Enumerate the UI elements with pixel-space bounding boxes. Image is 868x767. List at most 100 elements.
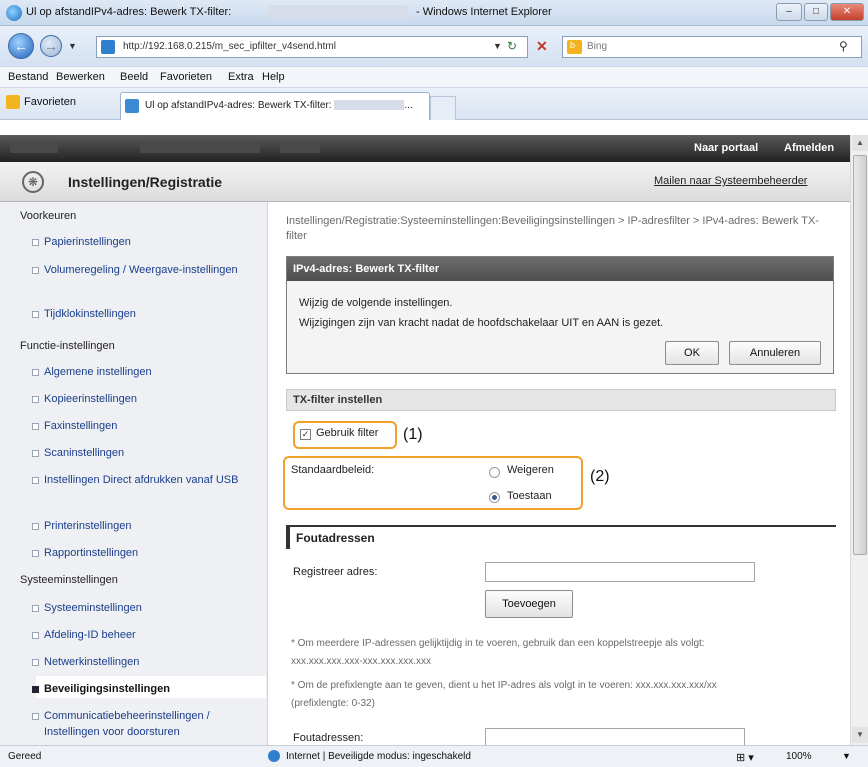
- sidebar-item-systeem[interactable]: Systeeminstellingen: [32, 600, 142, 616]
- sidebar-item-afdeling-id[interactable]: Afdeling-ID beheer: [32, 627, 136, 643]
- bullet-icon: [32, 550, 39, 557]
- sidebar-item-volumeregeling[interactable]: Volumeregeling / Weergave-instellingen: [32, 262, 244, 278]
- search-icon[interactable]: ⚲: [839, 39, 848, 53]
- sidebar-item-fax[interactable]: Faxinstellingen: [32, 418, 117, 434]
- page-title: Instellingen/Registratie: [68, 174, 223, 190]
- favorites-bar: Favorieten Ul op afstandIPv4-adres: Bewe…: [0, 88, 868, 120]
- use-filter-label: Gebruik filter: [316, 427, 379, 439]
- stop-icon[interactable]: ✕: [536, 38, 548, 55]
- allow-radio[interactable]: [489, 492, 500, 503]
- menu-bewerken[interactable]: Bewerken: [56, 71, 105, 83]
- zoom-dropdown-icon[interactable]: ▼: [842, 751, 851, 761]
- bing-icon: b: [567, 40, 582, 54]
- bullet-icon: [32, 396, 39, 403]
- internet-explorer-icon: [6, 5, 22, 21]
- main-content: Instellingen/Registratie:Systeeminstelli…: [269, 202, 850, 745]
- annotation-2: (2): [590, 468, 610, 485]
- scroll-thumb[interactable]: [853, 155, 867, 555]
- sidebar-item-communicatie[interactable]: Communicatiebeheerinstellingen / Instell…: [32, 708, 264, 740]
- address-input[interactable]: http://192.168.0.215/m_sec_ipfilter_v4se…: [96, 36, 528, 58]
- bullet-icon: [32, 369, 39, 376]
- note-prefix-2: (prefixlengte: 0-32): [291, 698, 375, 709]
- close-button[interactable]: ✕: [830, 3, 864, 21]
- bullet-icon: [32, 659, 39, 666]
- address-toolbar: ← → ▼ http://192.168.0.215/m_sec_ipfilte…: [0, 26, 868, 66]
- error-addresses-list[interactable]: [485, 728, 745, 745]
- sidebar-item-kopieer[interactable]: Kopieerinstellingen: [32, 391, 137, 407]
- forward-button[interactable]: →: [40, 35, 62, 57]
- internet-zone-icon: [268, 750, 280, 762]
- address-dropdown-icon[interactable]: ▼: [493, 41, 502, 51]
- sidebar: Voorkeuren Papierinstellingen Volumerege…: [0, 202, 268, 745]
- refresh-icon[interactable]: ↻: [507, 39, 517, 53]
- zoom-level[interactable]: 100%: [786, 751, 812, 762]
- note-range-2: xxx.xxx.xxx.xxx-xxx.xxx.xxx.xxx: [291, 656, 431, 667]
- tx-filter-section-header: TX-filter instellen: [286, 389, 836, 411]
- edit-tx-filter-panel: IPv4-adres: Bewerk TX-filter Wijzig de v…: [286, 256, 834, 374]
- favorites-star-icon: [6, 95, 20, 109]
- protected-mode-icon[interactable]: ⊞ ▾: [736, 751, 754, 764]
- browser-tab-active[interactable]: Ul op afstandIPv4-adres: Bewerk TX-filte…: [120, 92, 430, 120]
- settings-gear-icon: ❋: [22, 171, 44, 193]
- sidebar-item-rapport[interactable]: Rapportinstellingen: [32, 545, 138, 561]
- bullet-icon: [32, 477, 39, 484]
- minimize-button[interactable]: –: [776, 3, 802, 21]
- security-zone-text[interactable]: Internet | Beveiligde modus: ingeschakel…: [286, 751, 471, 762]
- use-filter-checkbox[interactable]: ✓: [300, 429, 311, 440]
- sidebar-item-papierinstellingen[interactable]: Papierinstellingen: [32, 234, 131, 250]
- status-bar: Gereed Internet | Beveiligde modus: inge…: [0, 745, 868, 767]
- menu-beeld[interactable]: Beeld: [120, 71, 148, 83]
- redacted-device-name: [10, 143, 58, 153]
- portal-link[interactable]: Naar portaal: [694, 142, 758, 154]
- register-address-input[interactable]: [485, 562, 755, 582]
- cancel-button[interactable]: Annuleren: [729, 341, 821, 365]
- portal-top-bar: Naar portaal Afmelden: [0, 135, 850, 162]
- menu-help[interactable]: Help: [262, 71, 285, 83]
- ok-button[interactable]: OK: [665, 341, 719, 365]
- bullet-icon: [32, 632, 39, 639]
- refuse-label: Weigeren: [507, 464, 554, 476]
- bullet-icon: [32, 311, 39, 318]
- error-addresses-label: Foutadressen:: [293, 732, 364, 744]
- search-input[interactable]: b Bing ⚲: [562, 36, 862, 58]
- menu-extra[interactable]: Extra: [228, 71, 254, 83]
- logout-link[interactable]: Afmelden: [784, 142, 834, 154]
- default-policy-label: Standaardbeleid:: [291, 464, 375, 476]
- bullet-icon: [32, 523, 39, 530]
- panel-message-2: Wijzigingen zijn van kracht nadat de hoo…: [299, 317, 664, 329]
- sidebar-item-tijdklok[interactable]: Tijdklokinstellingen: [32, 306, 136, 322]
- redacted-device-name: [280, 143, 320, 153]
- page-icon: [101, 40, 115, 54]
- search-placeholder: Bing: [587, 41, 608, 52]
- scroll-down-icon[interactable]: ▼: [852, 727, 868, 743]
- sidebar-heading-voorkeuren: Voorkeuren: [20, 210, 77, 222]
- redacted-tab-part: [334, 100, 405, 111]
- tab-page-icon: [125, 99, 139, 113]
- sidebar-item-scan[interactable]: Scaninstellingen: [32, 445, 124, 461]
- sidebar-item-usb[interactable]: Instellingen Direct afdrukken vanaf USB: [32, 472, 256, 488]
- sidebar-item-algemene[interactable]: Algemene instellingen: [32, 364, 152, 380]
- sidebar-heading-functie: Functie-instellingen: [20, 340, 115, 352]
- mail-admin-link[interactable]: Mailen naar Systeembeheerder: [654, 175, 807, 187]
- error-addresses-section-header: Foutadressen: [286, 525, 836, 549]
- vertical-scrollbar[interactable]: ▲ ▼: [850, 135, 868, 745]
- annotation-1: (1): [403, 426, 423, 443]
- sidebar-item-printer[interactable]: Printerinstellingen: [32, 518, 131, 534]
- new-tab-button[interactable]: [430, 96, 456, 120]
- recent-pages-dropdown-icon[interactable]: ▼: [68, 41, 77, 51]
- maximize-button[interactable]: □: [804, 3, 828, 21]
- settings-header: ❋ Instellingen/Registratie Mailen naar S…: [0, 162, 850, 202]
- menu-favorieten[interactable]: Favorieten: [160, 71, 212, 83]
- window-title-bar: Ul op afstandIPv4-adres: Bewerk TX-filte…: [0, 0, 868, 26]
- add-button[interactable]: Toevoegen: [485, 590, 573, 618]
- sidebar-item-beveiliging[interactable]: Beveiligingsinstellingen: [32, 681, 170, 697]
- favorites-button[interactable]: Favorieten: [6, 95, 76, 109]
- sidebar-item-netwerk[interactable]: Netwerkinstellingen: [32, 654, 139, 670]
- back-button[interactable]: ←: [8, 33, 34, 59]
- menu-bestand[interactable]: Bestand: [8, 71, 48, 83]
- menu-bar: Bestand Bewerken Beeld Favorieten Extra …: [0, 66, 868, 88]
- refuse-radio[interactable]: [489, 467, 500, 478]
- sidebar-heading-systeem: Systeeminstellingen: [20, 574, 118, 586]
- scroll-up-icon[interactable]: ▲: [852, 135, 868, 151]
- bullet-icon: [32, 423, 39, 430]
